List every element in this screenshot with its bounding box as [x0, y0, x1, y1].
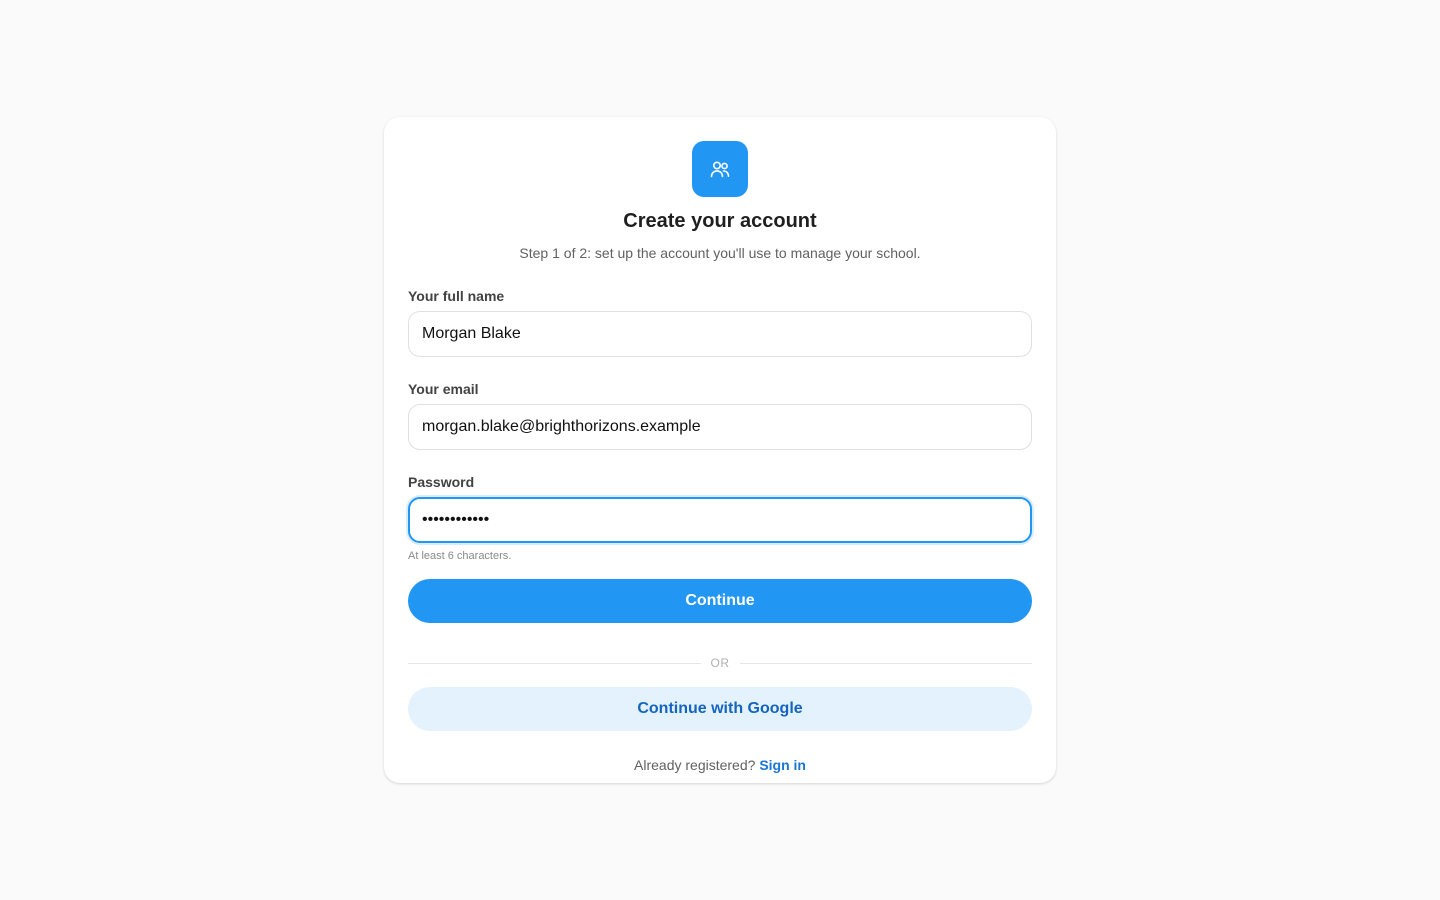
- email-input[interactable]: [408, 404, 1032, 450]
- email-label: Your email: [408, 381, 479, 397]
- password-hint: At least 6 characters.: [408, 550, 512, 562]
- signin-prompt: Already registered? Sign in: [408, 757, 1032, 773]
- divider-text: OR: [710, 656, 730, 670]
- page-title: Create your account: [623, 210, 817, 232]
- app-logo: [692, 141, 748, 197]
- signin-link[interactable]: Sign in: [759, 757, 806, 773]
- password-label: Password: [408, 474, 475, 490]
- continue-button[interactable]: Continue: [408, 579, 1032, 623]
- or-divider: OR: [408, 655, 1032, 671]
- google-signin-button[interactable]: Continue with Google: [408, 687, 1032, 731]
- signin-prompt-text: Already registered?: [634, 757, 756, 773]
- password-input[interactable]: [408, 497, 1032, 543]
- full-name-label: Your full name: [408, 288, 505, 304]
- full-name-input[interactable]: [408, 311, 1032, 357]
- divider-line-left: [408, 662, 701, 664]
- signup-card: Create your account Step 1 of 2: set up …: [384, 117, 1056, 783]
- users-icon: [710, 161, 730, 178]
- page-subtitle: Step 1 of 2: set up the account you'll u…: [519, 245, 921, 261]
- divider-line-right: [739, 662, 1032, 664]
